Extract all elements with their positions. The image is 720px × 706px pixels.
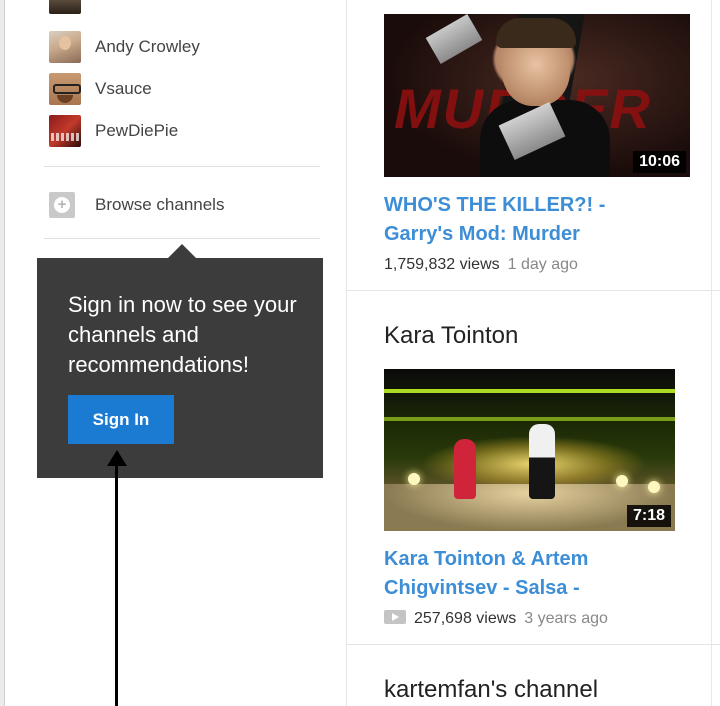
- video-duration: 10:06: [633, 151, 686, 173]
- video-thumbnail[interactable]: MURDER 10:06: [384, 14, 690, 177]
- channel-name: Andy Crowley: [95, 37, 200, 56]
- playlist-video-icon: [384, 610, 406, 624]
- view-count: 1,759,832 views: [384, 256, 500, 273]
- video-meta: 257,698 views 3 years ago: [384, 610, 608, 628]
- section-divider: [347, 290, 720, 291]
- feed-column: MURDER 10:06 WHO'S THE KILLER?! - Garry'…: [346, 0, 720, 706]
- video-meta: 1,759,832 views 1 day ago: [384, 256, 578, 274]
- dancer-figure: [529, 424, 555, 499]
- channel-name: Vsauce: [95, 79, 152, 98]
- pewdiepie-avatar: [49, 115, 81, 147]
- right-column-border: [711, 0, 712, 706]
- video-title-link[interactable]: WHO'S THE KILLER?! - Garry's Mod: Murder: [384, 191, 674, 249]
- channel-section-title[interactable]: kartemfan's channel: [384, 676, 598, 704]
- sidebar-divider: [44, 238, 320, 239]
- browse-channels-label: Browse channels: [95, 195, 225, 214]
- view-count: 257,698 views: [414, 610, 517, 627]
- upload-age: 1 day ago: [507, 256, 578, 273]
- video-thumbnail[interactable]: 7:18: [384, 369, 675, 531]
- dancer-figure: [454, 439, 476, 499]
- sidebar-channel-vsauce[interactable]: Vsauce: [49, 72, 309, 106]
- vsauce-avatar: [49, 73, 81, 105]
- video-duration: 7:18: [626, 505, 671, 527]
- previous-channel-avatar[interactable]: [49, 0, 81, 14]
- cleaver-icon: [425, 14, 483, 64]
- video-title-link[interactable]: Kara Tointon & Artem Chigvintsev - Salsa…: [384, 545, 674, 603]
- sidebar-channel-pewdiepie[interactable]: PewDiePie: [49, 114, 309, 148]
- upload-age: 3 years ago: [524, 610, 608, 627]
- sidebar-divider: [44, 166, 320, 167]
- signin-tooltip: Sign in now to see your channels and rec…: [37, 258, 323, 478]
- signin-message: Sign in now to see your channels and rec…: [68, 292, 297, 377]
- sidebar-channel-andy-crowley[interactable]: Andy Crowley: [49, 30, 309, 64]
- left-page-border: [0, 0, 5, 706]
- plus-icon: +: [49, 192, 75, 218]
- browse-channels-link[interactable]: + Browse channels: [49, 190, 299, 220]
- channel-section-title[interactable]: Kara Tointon: [384, 322, 518, 350]
- sign-in-button[interactable]: Sign In: [68, 395, 174, 444]
- tooltip-caret: [168, 244, 196, 258]
- annotation-arrow-shaft: [115, 462, 118, 706]
- channel-name: PewDiePie: [95, 121, 179, 140]
- section-divider: [347, 644, 720, 645]
- andy-crowley-avatar: [49, 31, 81, 63]
